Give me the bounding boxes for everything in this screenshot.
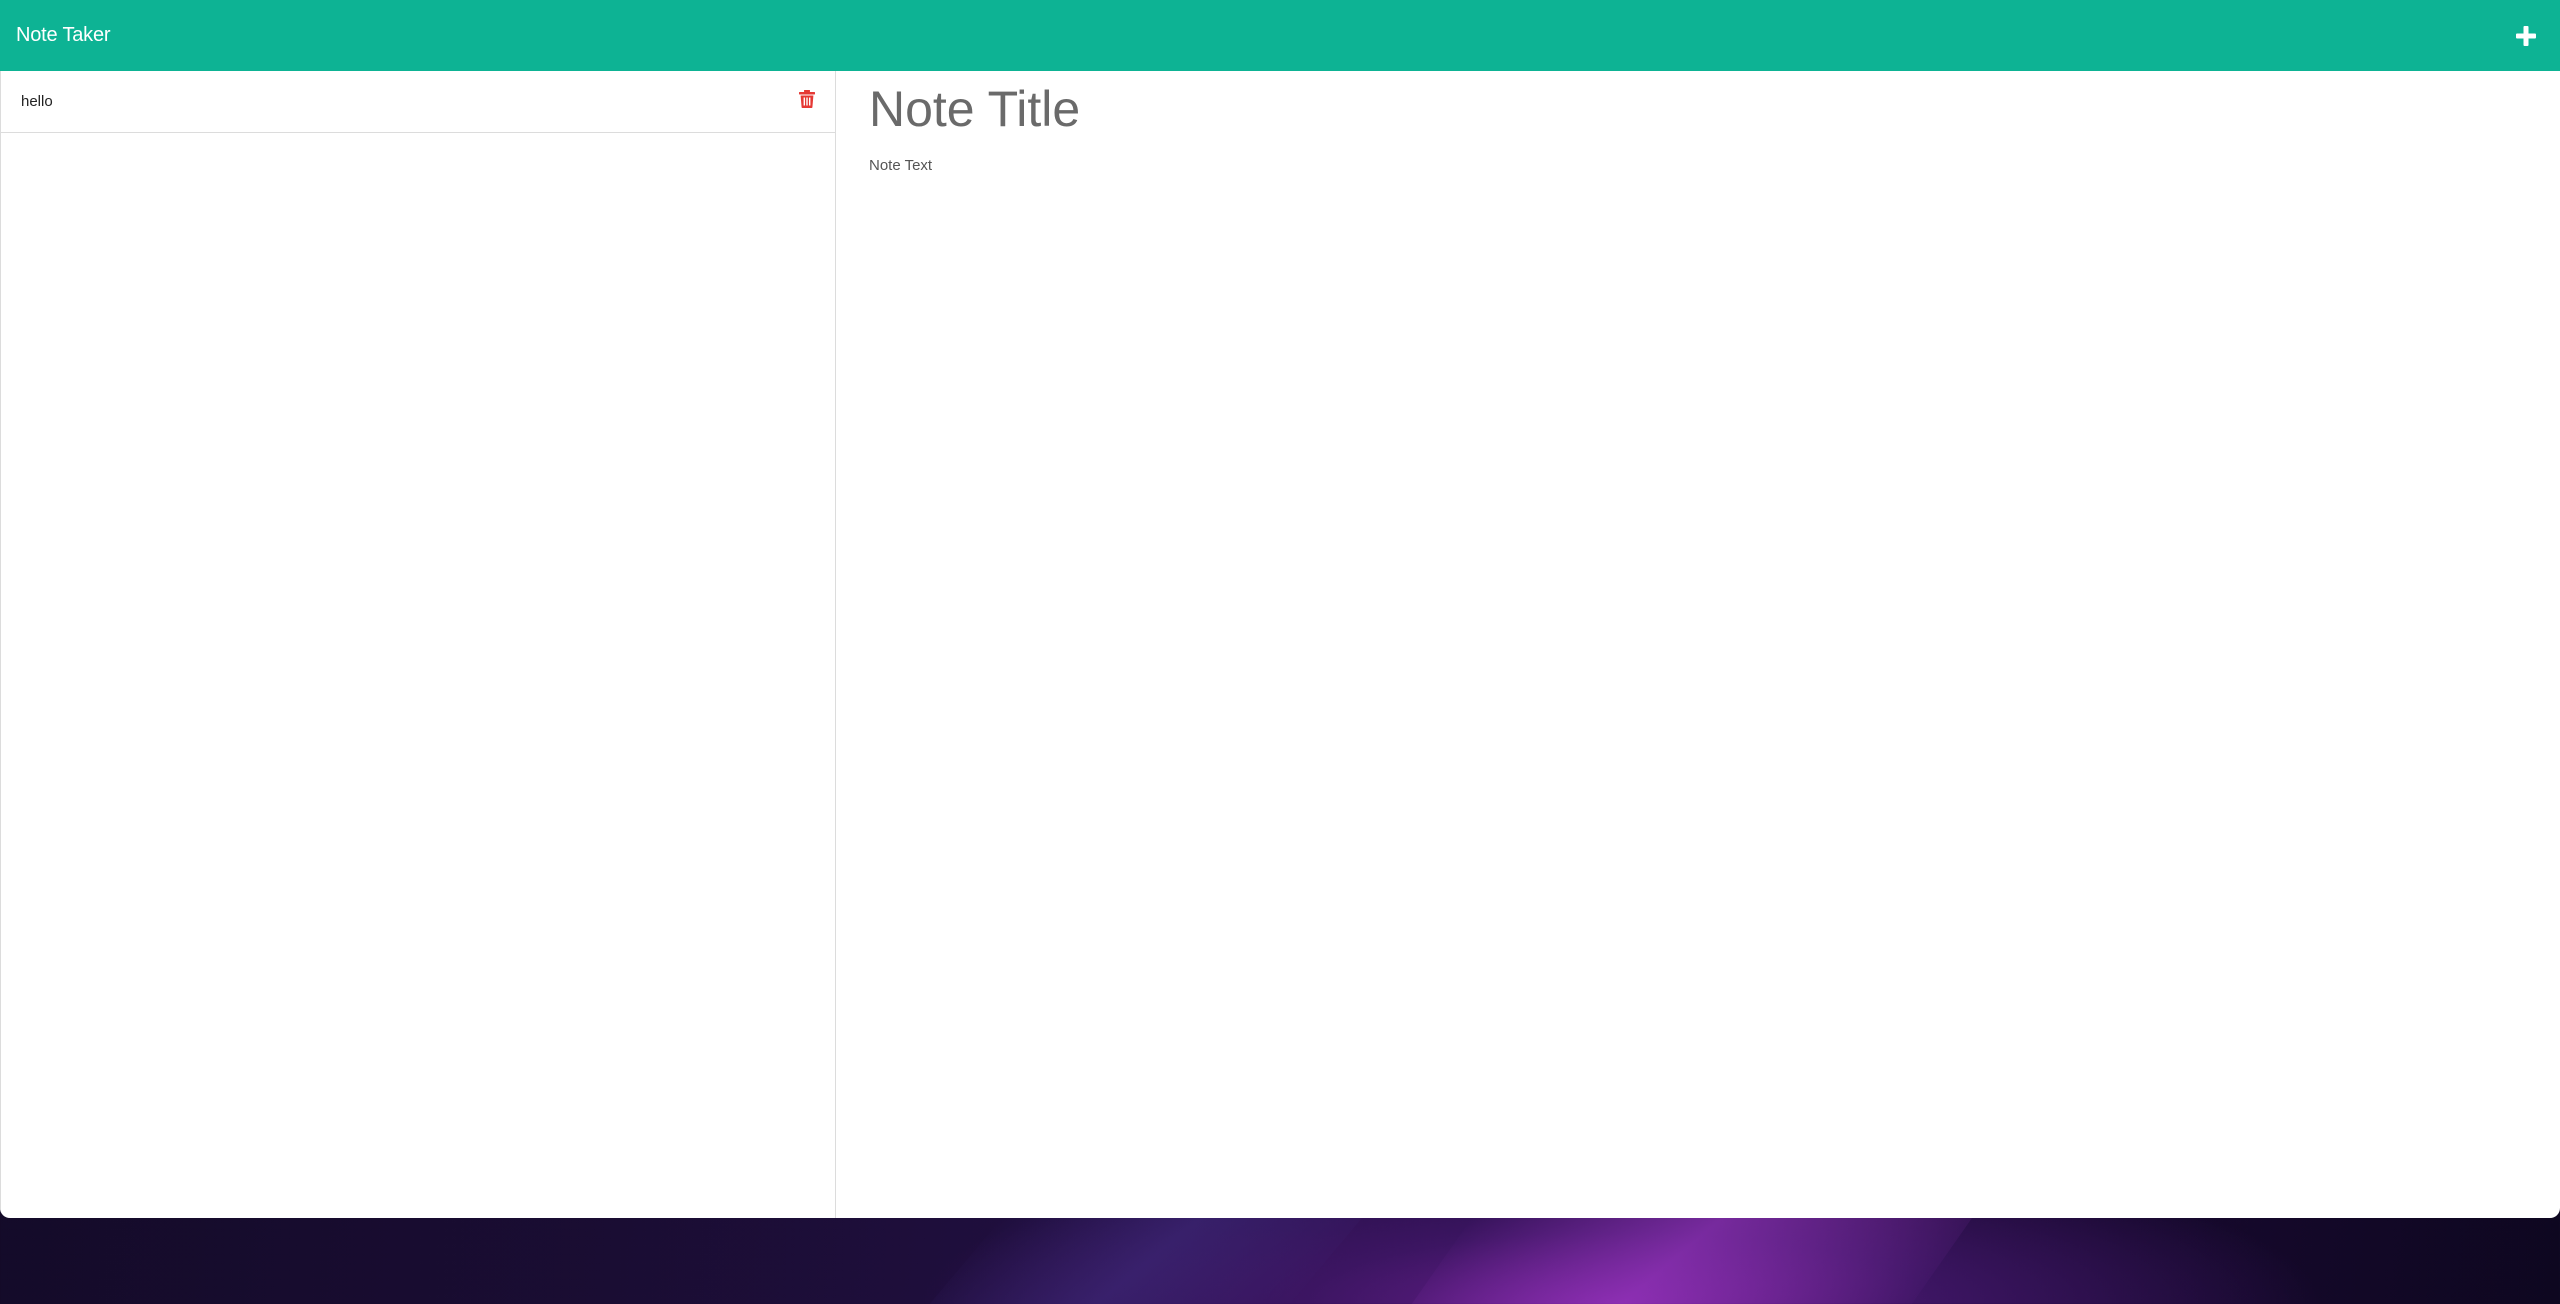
app-window: Note Taker hello <box>0 0 2560 1218</box>
note-list: hello <box>1 71 835 133</box>
delete-note-button[interactable] <box>797 88 817 110</box>
list-item[interactable]: hello <box>1 71 835 133</box>
note-title-input[interactable] <box>869 79 2528 139</box>
brand-title[interactable]: Note Taker <box>16 24 111 47</box>
desktop-background-streak <box>918 1218 1362 1304</box>
note-text-input[interactable] <box>869 157 2528 557</box>
note-list-panel: hello <box>0 71 836 1218</box>
new-note-button[interactable] <box>2508 18 2544 54</box>
note-editor <box>837 71 2560 1218</box>
desktop-background-streak <box>1387 1218 1973 1304</box>
trash-icon <box>799 89 815 108</box>
navbar: Note Taker <box>0 0 2560 71</box>
plus-icon <box>2516 25 2536 46</box>
note-item-title[interactable]: hello <box>21 93 53 110</box>
